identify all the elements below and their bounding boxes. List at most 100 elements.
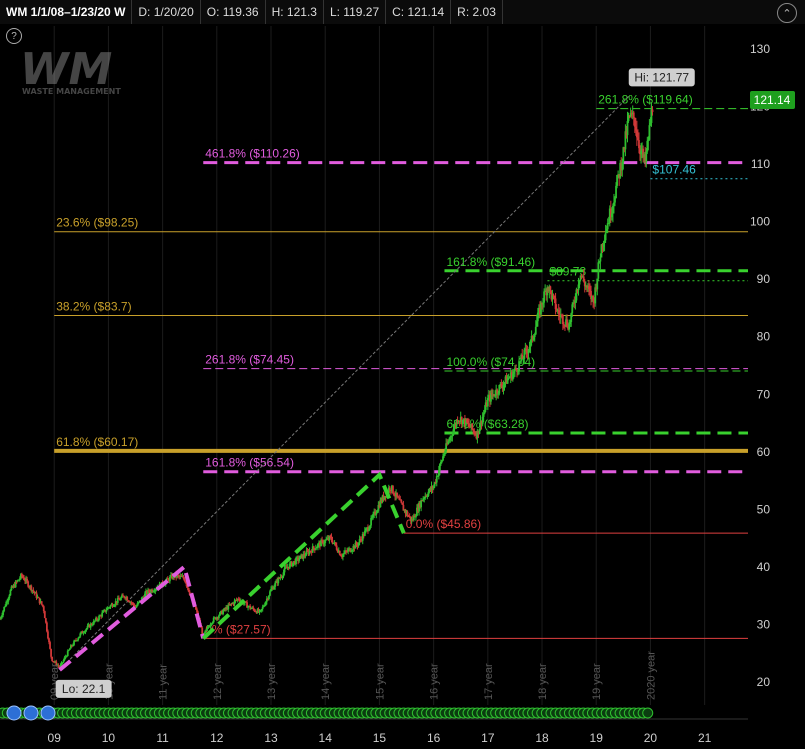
x-tick-label: 15 [373,731,387,745]
candle-body [51,656,54,662]
chart-header: WM 1/1/08–1/23/20 W D: 1/20/20 O: 119.36… [0,0,805,24]
expand-icon[interactable]: ⌃ [777,3,797,23]
trend-line [59,96,630,671]
candle-body [98,616,100,620]
year-marker: 14 year [320,663,332,700]
symbol-title[interactable]: WM 1/1/08–1/23/20 W [0,0,133,24]
candle-body [599,257,602,262]
earnings-marker [6,705,22,721]
candle-body [597,262,600,279]
candle-body [126,597,129,601]
candle-body [400,499,403,503]
open-readout: O: 119.36 [201,0,266,24]
year-marker: 16 year [429,663,441,700]
earnings-marker [40,705,56,721]
year-marker: 12 year [212,663,224,700]
fib-label: 0.0% ($45.86) [406,517,481,531]
fib-label: 38.2% ($83.7) [56,299,131,313]
candle-body [274,582,277,587]
candle-body [651,109,654,112]
info-icon[interactable]: ? [6,28,22,44]
candle-body [324,540,327,544]
y-tick-label: 90 [757,272,771,286]
candle-body [40,601,43,605]
close-readout: C: 121.14 [386,0,452,24]
fib-label: $107.46 [652,163,696,177]
candle-body [632,112,635,118]
y-tick-label: 40 [757,560,771,574]
last-price-label: 121.14 [754,93,791,107]
axes: 2030405060708090100110120130091011121314… [0,42,770,745]
candle-body [50,648,52,657]
year-marker: 13 year [266,663,278,700]
y-tick-label: 110 [751,157,770,171]
y-tick-label: 60 [757,445,771,459]
y-tick-label: 50 [757,502,771,516]
fib-label: 261.8% ($119.64) [598,93,693,107]
wm-logo: WM WASTE MANAGEMENT [20,44,121,96]
fib-label: 161.8% ($56.54) [205,456,294,470]
fib-label: 23.6% ($98.25) [56,216,138,230]
candle-body [314,548,317,550]
candle-body [563,324,565,326]
candle-body [648,125,651,140]
year-marker: 2020 year [645,651,657,700]
y-tick-label: 70 [757,387,771,401]
candle-body [471,423,474,430]
x-tick-label: 18 [535,731,549,745]
y-tick-label: 130 [750,42,770,56]
candle-body [109,605,112,608]
high-readout: H: 121.3 [266,0,324,24]
y-tick-label: 80 [757,330,771,344]
x-tick-label: 16 [427,731,441,745]
fib-label: 161.8% ($91.46) [446,255,535,269]
low-label: Lo: 22.1 [62,682,106,696]
candle-body [435,476,438,483]
fibonacci-lines: 261.8% ($119.64) 461.8% ($110.26) $107.46 2… [54,93,748,639]
x-tick-label: 11 [156,731,169,745]
fib-label: 0% ($27.57) [205,622,270,636]
trend-lines [59,96,630,671]
y-tick-label: 100 [750,215,770,229]
candle-body [201,627,204,634]
candle-body [43,611,46,619]
x-tick-label: 12 [210,731,224,745]
logo-subtitle: WASTE MANAGEMENT [22,87,121,96]
fib-label: 61.8% ($60.17) [56,435,138,449]
grid-layer [53,26,706,705]
year-marker: 19 year [591,663,603,700]
candle-body [420,500,423,508]
year-marker: 11 year [158,664,170,700]
swing-line [58,563,206,672]
candle-body [298,558,301,561]
x-tick-label: 10 [102,731,116,745]
candle-body [68,648,71,650]
x-tick-label: 20 [644,731,658,745]
candle-body [49,642,51,649]
candle-body [66,650,69,657]
candle-body [604,232,607,241]
candle-body [47,631,49,639]
year-marker: 15 year [374,663,386,700]
x-tick-label: 09 [48,731,62,745]
swing-lines [58,471,406,672]
year-marker: 18 year [537,663,549,700]
high-label: Hi: 121.77 [634,70,689,84]
price-chart[interactable]: WM WASTE MANAGEMENT 261.8% ($119.64) 461.… [0,0,805,749]
candle-body [312,546,315,549]
candle-body [67,649,70,651]
x-tick-label: 13 [264,731,278,745]
x-tick-label: 21 [698,731,712,745]
candle-body [392,485,394,494]
year-marker: 17 year [483,663,495,700]
candle-body [105,610,108,612]
event-marker [642,707,654,719]
earnings-marker [23,705,39,721]
candle-body [101,612,104,617]
candle-body [9,590,12,596]
candle-body [388,487,391,491]
candle-body [543,291,546,303]
candle-body [614,198,616,203]
y-tick-label: 30 [757,617,771,631]
y-tick-label: 20 [757,675,771,689]
